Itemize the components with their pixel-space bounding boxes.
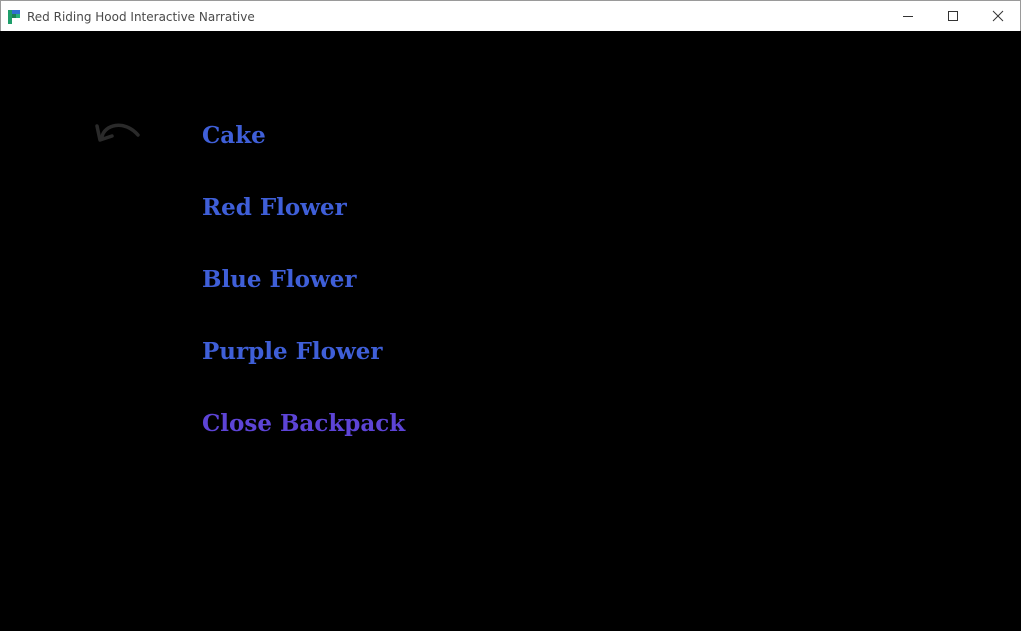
menu-item-close-backpack[interactable]: Close Backpack bbox=[202, 407, 405, 479]
backpack-menu: Cake Red Flower Blue Flower Purple Flowe… bbox=[202, 119, 405, 479]
close-button[interactable] bbox=[975, 1, 1021, 31]
app-icon bbox=[8, 10, 20, 24]
menu-item-blue-flower[interactable]: Blue Flower bbox=[202, 263, 405, 335]
menu-item-purple-flower[interactable]: Purple Flower bbox=[202, 335, 405, 407]
menu-item-cake[interactable]: Cake bbox=[202, 119, 405, 191]
minimize-icon bbox=[903, 16, 913, 17]
undo-arrow-icon[interactable] bbox=[94, 115, 142, 147]
game-viewport: Cake Red Flower Blue Flower Purple Flowe… bbox=[0, 31, 1021, 631]
window-title: Red Riding Hood Interactive Narrative bbox=[27, 10, 255, 24]
close-icon bbox=[992, 10, 1004, 22]
title-bar[interactable]: Red Riding Hood Interactive Narrative bbox=[0, 0, 1021, 31]
menu-item-red-flower[interactable]: Red Flower bbox=[202, 191, 405, 263]
app-window: Red Riding Hood Interactive Narrative Ca… bbox=[0, 0, 1023, 631]
maximize-button[interactable] bbox=[930, 1, 976, 31]
minimize-button[interactable] bbox=[885, 1, 931, 31]
maximize-icon bbox=[948, 11, 958, 21]
